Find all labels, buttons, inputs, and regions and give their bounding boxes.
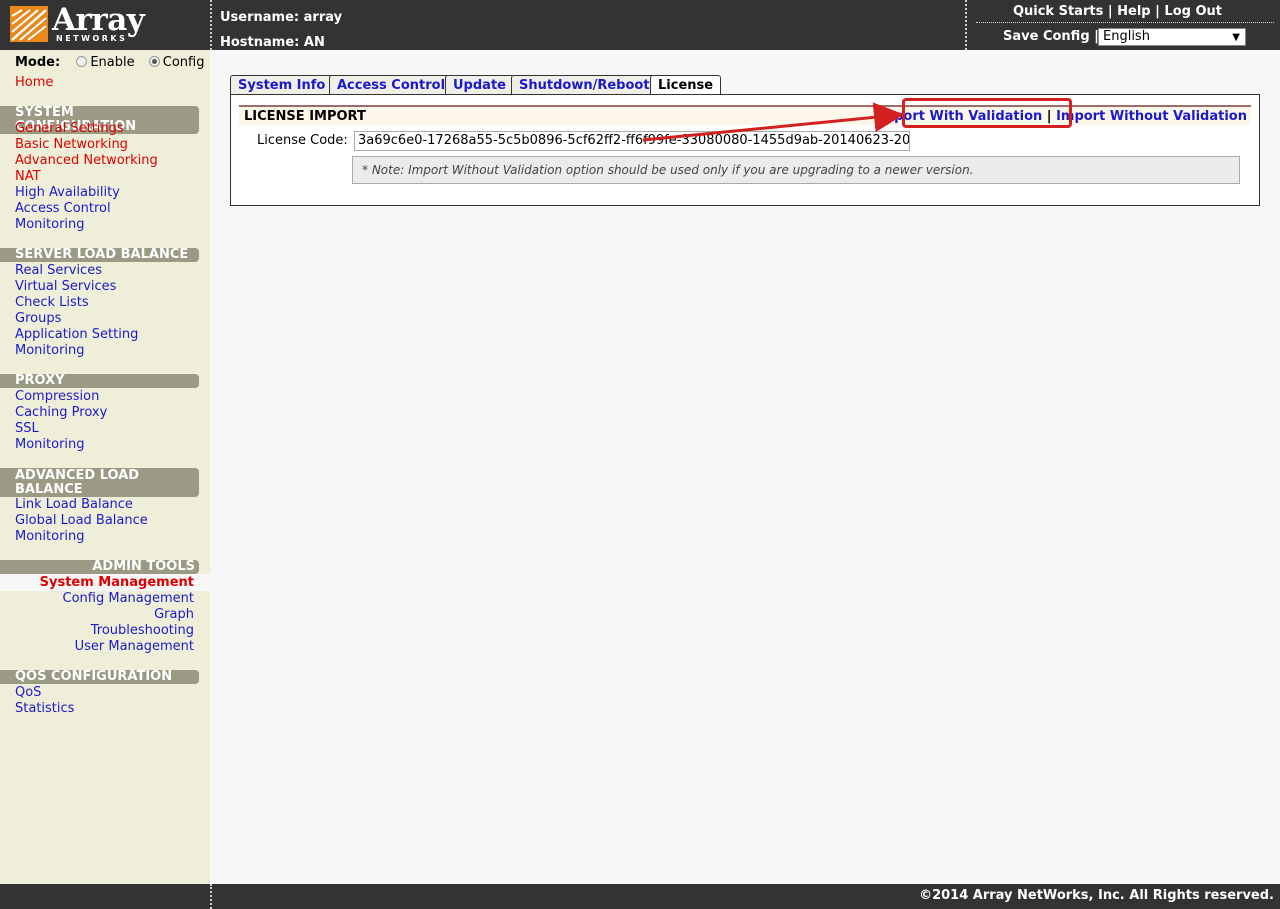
session-info: Username: array Hostname: AN — [220, 5, 342, 55]
array-networks-logo[interactable]: Array NETWORKS — [10, 2, 145, 44]
sidebar-item-home[interactable]: Home — [15, 75, 53, 90]
top-header: Array NETWORKS Username: array Hostname:… — [0, 0, 1280, 50]
sidebar-item-user-management[interactable]: User Management — [75, 639, 194, 654]
section-header-advanced-load-balance: ADVANCED LOAD BALANCE — [0, 468, 199, 497]
help-link[interactable]: Help — [1117, 4, 1150, 19]
mode-config-label: Config — [162, 55, 205, 70]
header-divider — [965, 0, 967, 50]
chevron-down-icon: ▼ — [1232, 32, 1240, 43]
footer: ©2014 Array NetWorks, Inc. All Rights re… — [0, 884, 1280, 909]
save-config-row: Save Config | — [1003, 29, 1099, 44]
quick-starts-link[interactable]: Quick Starts — [1013, 4, 1103, 19]
sidebar-item-access-control[interactable]: Access Control — [15, 201, 111, 216]
section-header-proxy: PROXY — [0, 374, 199, 388]
sidebar-item-compression[interactable]: Compression — [15, 389, 99, 404]
copyright-text: ©2014 Array NetWorks, Inc. All Rights re… — [919, 888, 1274, 903]
sidebar-item-high-availability[interactable]: High Availability — [15, 185, 120, 200]
sidebar-item-nat[interactable]: NAT — [15, 169, 41, 184]
mode-label: Mode: — [15, 55, 61, 70]
logo-mark-icon — [10, 6, 48, 42]
save-config-link[interactable]: Save Config — [1003, 29, 1090, 44]
section-header-line: BALANCE — [15, 482, 83, 497]
annotation-highlight-box — [902, 98, 1072, 128]
import-note: * Note: Import Without Validation option… — [352, 156, 1240, 184]
sidebar-item-application-setting[interactable]: Application Setting — [15, 327, 138, 342]
sidebar-item-troubleshooting[interactable]: Troubleshooting — [91, 623, 194, 638]
sidebar-item-system-management[interactable]: System Management — [40, 575, 194, 590]
mode-config-radio[interactable] — [148, 56, 160, 67]
sidebar-item-virtual-services[interactable]: Virtual Services — [15, 279, 116, 294]
sidebar-item-monitoring[interactable]: Monitoring — [15, 217, 85, 232]
sidebar-item-groups[interactable]: Groups — [15, 311, 61, 326]
sidebar-item-graph[interactable]: Graph — [154, 607, 194, 622]
sidebar-item-statistics[interactable]: Statistics — [15, 701, 74, 716]
header-divider — [210, 0, 212, 50]
tab-access-control[interactable]: Access Control — [329, 75, 454, 95]
hostname-label: Hostname: AN — [220, 35, 325, 50]
language-select[interactable]: English ▼ — [1098, 28, 1246, 46]
top-links: Quick Starts | Help | Log Out — [1013, 4, 1222, 19]
mode-selector: Mode: Enable Config — [15, 55, 204, 70]
license-panel: LICENSE IMPORT Import With Validation | … — [230, 94, 1260, 206]
logo-subtext: NETWORKS — [56, 34, 128, 43]
tab-shutdown-reboot[interactable]: Shutdown/Reboot — [511, 75, 658, 95]
sidebar: Mode: Enable Config Home SYSTEM CONFIGUR… — [0, 50, 210, 884]
sidebar-item-ssl[interactable]: SSL — [15, 421, 39, 436]
section-header-admin-tools: ADMIN TOOLS — [0, 560, 199, 574]
sidebar-item-config-management[interactable]: Config Management — [63, 591, 194, 606]
sidebar-item-monitoring[interactable]: Monitoring — [15, 437, 85, 452]
license-code-input[interactable]: 3a69c6e0-17268a55-5c5b0896-5cf62ff2-ff6f… — [354, 131, 910, 151]
sidebar-item-caching-proxy[interactable]: Caching Proxy — [15, 405, 107, 420]
link-separator: | — [1107, 4, 1113, 19]
sidebar-item-monitoring[interactable]: Monitoring — [15, 529, 85, 544]
sidebar-item-basic-networking[interactable]: Basic Networking — [15, 137, 128, 152]
tab-license[interactable]: License — [650, 75, 722, 96]
header-dotted-rule — [976, 22, 1274, 23]
sidebar-item-monitoring[interactable]: Monitoring — [15, 343, 85, 358]
sidebar-item-general-settings[interactable]: General Settings — [15, 121, 124, 136]
section-header-qos-configuration: QOS CONFIGURATION — [0, 670, 199, 684]
language-selected-value: English — [1103, 29, 1150, 44]
section-header-line: ADVANCED LOAD — [15, 468, 140, 483]
sidebar-item-advanced-networking[interactable]: Advanced Networking — [15, 153, 158, 168]
section-title: LICENSE IMPORT — [244, 109, 366, 124]
mode-enable-radio[interactable] — [76, 56, 88, 67]
license-code-label: License Code: — [257, 133, 348, 148]
sidebar-item-real-services[interactable]: Real Services — [15, 263, 102, 278]
footer-divider — [210, 884, 212, 909]
mode-enable-label: Enable — [90, 55, 135, 70]
tab-system-info[interactable]: System Info — [230, 75, 334, 95]
sidebar-item-link-load-balance[interactable]: Link Load Balance — [15, 497, 133, 512]
sidebar-item-global-load-balance[interactable]: Global Load Balance — [15, 513, 148, 528]
sidebar-item-qos[interactable]: QoS — [15, 685, 41, 700]
section-header-server-load-balance: SERVER LOAD BALANCE — [0, 248, 199, 262]
log-out-link[interactable]: Log Out — [1164, 4, 1222, 19]
tab-update[interactable]: Update — [445, 75, 514, 95]
link-separator: | — [1155, 4, 1160, 19]
logo-wordmark: Array — [52, 2, 145, 38]
license-import-header: LICENSE IMPORT Import With Validation | … — [239, 105, 1251, 125]
username-label: Username: array — [220, 10, 343, 25]
sidebar-item-check-lists[interactable]: Check Lists — [15, 295, 89, 310]
import-without-validation-link[interactable]: Import Without Validation — [1056, 109, 1247, 124]
